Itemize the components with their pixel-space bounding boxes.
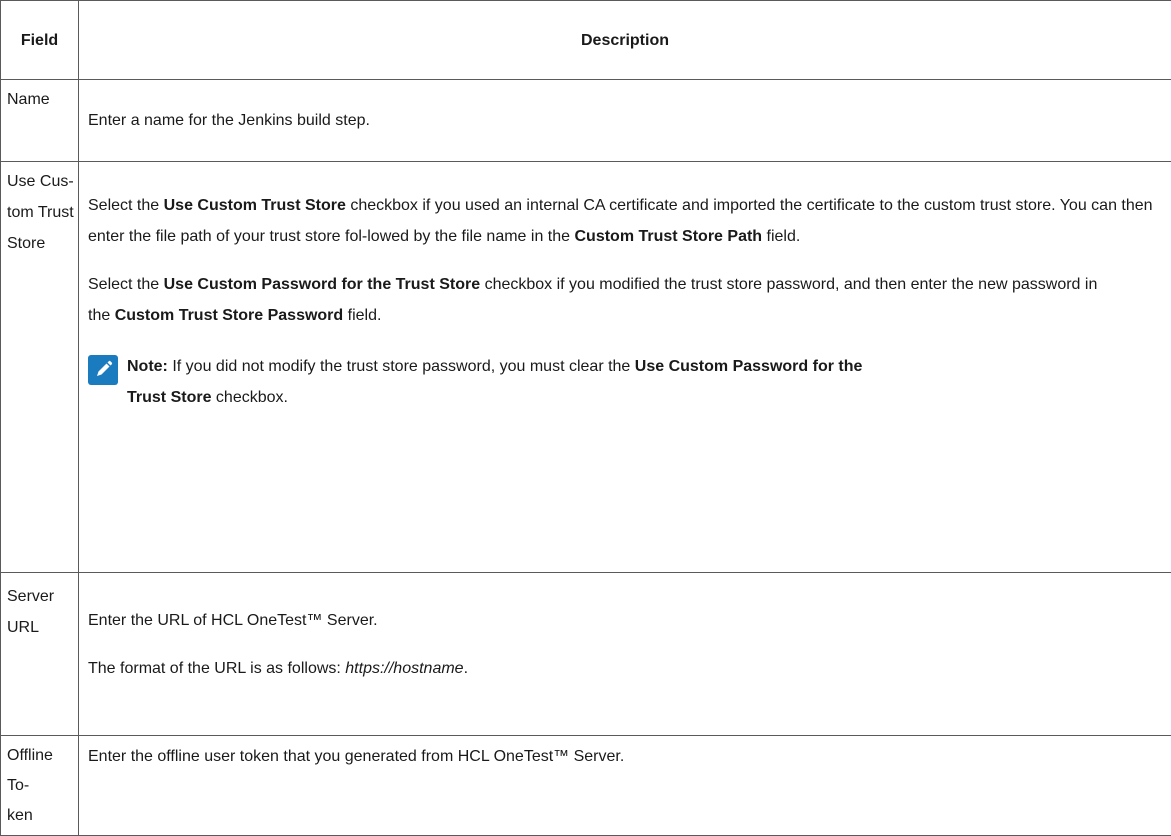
header-description: Description (79, 1, 1171, 80)
table-row: Offline To- ken Enter the offline user t… (1, 736, 1171, 836)
table-row: Use Cus- tom Trust Store Select the Use … (1, 162, 1171, 573)
field-name-line: Use Cus- (7, 166, 78, 197)
header-field: Field (1, 1, 79, 80)
field-name-line: tom Trust (7, 197, 78, 228)
ui-term: Use Custom Password for the Trust Store (164, 276, 481, 293)
description-cell: Enter the URL of HCL OneTest™ Server. Th… (79, 573, 1171, 736)
ui-term: Use Custom Trust Store (164, 197, 346, 214)
note-text-part: If you did not modify the trust store pa… (168, 358, 635, 375)
paragraph-text: Select the (88, 197, 164, 214)
pencil-icon (88, 355, 118, 385)
field-name-line: Store (7, 228, 78, 259)
field-description-table: Field Description Name Enter a name for … (0, 0, 1171, 836)
description-cell: Enter a name for the Jenkins build step. (79, 80, 1171, 162)
field-name-cell: Name (1, 80, 79, 162)
note-block: Note: If you did not modify the trust st… (88, 351, 1171, 413)
ui-term: Custom Trust Store Path (574, 228, 762, 245)
description-paragraph: Enter the URL of HCL OneTest™ Server. (88, 605, 1171, 636)
description-text: Enter a name for the Jenkins build step. (88, 105, 1171, 136)
field-name-cell: Use Cus- tom Trust Store (1, 162, 79, 573)
field-name-line: URL (7, 612, 78, 643)
field-name-cell: Server URL (1, 573, 79, 736)
description-paragraph: Select the Use Custom Trust Store checkb… (88, 190, 1171, 252)
paragraph-text: The format of the URL is as follows: (88, 660, 345, 677)
field-name-line: Server (7, 581, 78, 612)
paragraph-text: . (464, 660, 468, 677)
description-cell: Select the Use Custom Trust Store checkb… (79, 162, 1171, 573)
description-paragraph: The format of the URL is as follows: htt… (88, 653, 1171, 684)
table-row: Server URL Enter the URL of HCL OneTest™… (1, 573, 1171, 736)
field-name-line: Offline To- (7, 741, 78, 801)
note-text-part: checkbox. (211, 389, 287, 406)
field-name-cell: Offline To- ken (1, 736, 79, 836)
note-text: Note: If you did not modify the trust st… (127, 351, 871, 413)
table-header-row: Field Description (1, 1, 1171, 80)
description-paragraph: Select the Use Custom Password for the T… (88, 269, 1171, 331)
url-format: https://hostname (345, 660, 463, 677)
paragraph-text: Select the (88, 276, 164, 293)
table-row: Name Enter a name for the Jenkins build … (1, 80, 1171, 162)
field-name-line: ken (7, 801, 78, 831)
note-label: Note: (127, 358, 168, 375)
ui-term: Custom Trust Store Password (115, 307, 344, 324)
paragraph-text: field. (762, 228, 800, 245)
description-text: Enter the offline user token that you ge… (88, 741, 1171, 772)
field-name-line: Name (7, 84, 78, 115)
paragraph-text: field. (343, 307, 381, 324)
description-cell: Enter the offline user token that you ge… (79, 736, 1171, 836)
